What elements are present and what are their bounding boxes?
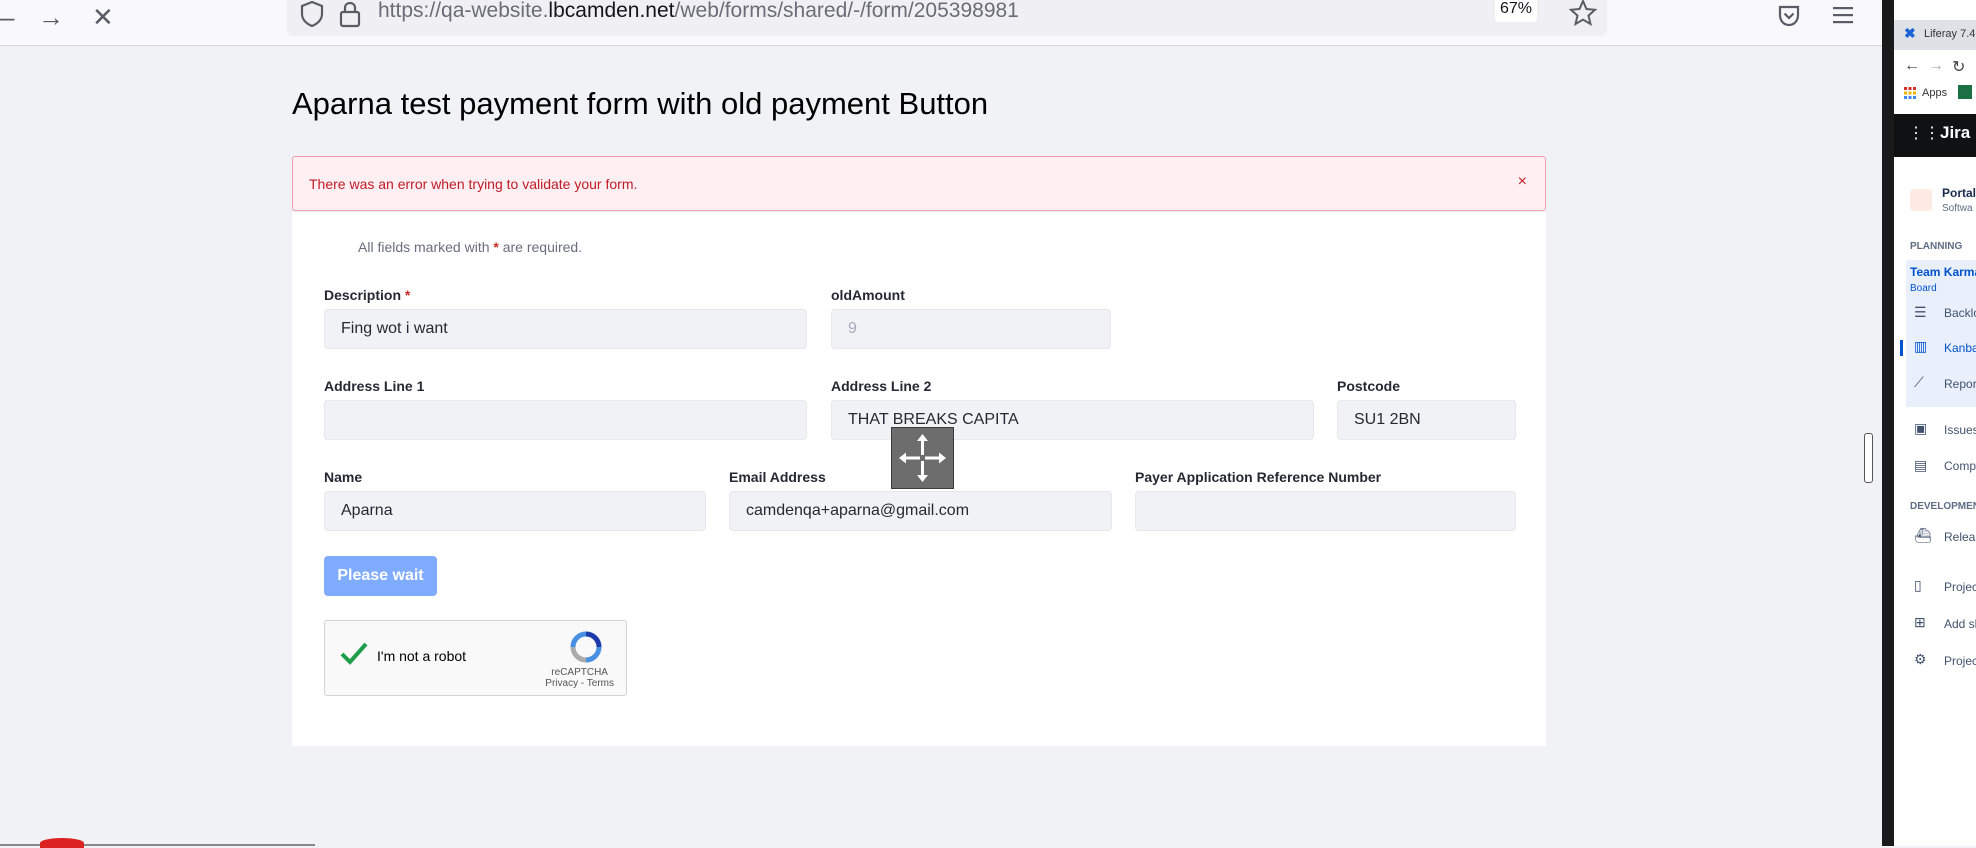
board-type: Board — [1910, 283, 1937, 294]
url-text[interactable]: https://qa-website.lbcamden.net/web/form… — [378, 0, 1019, 23]
releases-icon: ⛴ — [1914, 527, 1932, 543]
postcode-label: Postcode — [1337, 378, 1401, 394]
back-icon[interactable]: – — [0, 1, 14, 33]
components-icon: ▤ — [1914, 457, 1928, 473]
side-back-icon[interactable]: ← — [1904, 57, 1920, 75]
nav-project-pages[interactable]: Projec — [1944, 580, 1976, 594]
side-tab-title: Liferay 7.4 — [1924, 28, 1976, 40]
email-label: Email Address — [729, 469, 826, 485]
address-line-1-input[interactable] — [324, 400, 807, 440]
required-note: All fields marked with * are required. — [358, 239, 582, 255]
move-cursor-icon — [891, 427, 954, 489]
side-apps-label[interactable]: Apps — [1922, 87, 1947, 99]
description-input[interactable]: Fing wot i want — [324, 309, 807, 349]
url-prefix: https://qa-website. — [378, 0, 549, 22]
board-name[interactable]: Team Karma — [1910, 265, 1976, 279]
nav-kanban[interactable]: Kanba — [1944, 341, 1976, 355]
error-message: There was an error when trying to valida… — [309, 176, 638, 192]
postcode-input[interactable]: SU1 2BN — [1337, 400, 1516, 440]
nav-issues[interactable]: Issues — [1944, 423, 1976, 437]
email-input[interactable]: camdenqa+aparna@gmail.com — [729, 491, 1112, 531]
shield-icon[interactable] — [299, 0, 325, 28]
nav-backlog[interactable]: Backlo — [1944, 306, 1976, 320]
nav-components[interactable]: Comp — [1944, 459, 1976, 473]
lock-icon[interactable] — [338, 0, 362, 28]
add-shortcut-icon: ⊞ — [1914, 614, 1926, 630]
side-browser-window: ✖ Liferay 7.4 ← → ↻ Apps ⋮⋮ Jira Portal … — [1894, 0, 1976, 846]
recaptcha-branding: reCAPTCHA Privacy - Terms — [545, 667, 614, 689]
nav-releases[interactable]: Releas — [1944, 530, 1976, 544]
liferay-logo-icon: ✖ — [1904, 25, 1916, 41]
description-label-text: Description — [324, 287, 402, 303]
reports-icon: ⟋ — [1914, 374, 1924, 390]
stop-loading-icon[interactable]: ✕ — [92, 1, 114, 33]
required-note-suffix: are required. — [498, 239, 583, 255]
side-reload-icon[interactable]: ↻ — [1952, 57, 1965, 77]
bottom-red-shape — [40, 838, 84, 848]
planning-heading: PLANNING — [1910, 241, 1963, 252]
nav-add-shortcut[interactable]: Add sh — [1944, 617, 1976, 631]
nav-reports[interactable]: Repor — [1944, 377, 1976, 391]
please-wait-button[interactable]: Please wait — [324, 556, 437, 596]
name-label: Name — [324, 469, 363, 485]
recaptcha-links[interactable]: Privacy - Terms — [545, 678, 614, 689]
jira-logo-text[interactable]: Jira — [1940, 123, 1970, 143]
required-star: * — [404, 287, 411, 303]
address-line-2-label: Address Line 2 — [831, 378, 932, 394]
active-indicator — [1900, 340, 1903, 356]
development-heading: DEVELOPMENT — [1910, 501, 1976, 512]
settings-gear-icon: ⚙ — [1914, 651, 1927, 667]
excel-icon[interactable] — [1958, 85, 1972, 99]
scrollbar-thumb[interactable] — [1864, 433, 1873, 483]
issues-icon: ▣ — [1914, 420, 1928, 436]
jira-app-switcher-icon[interactable]: ⋮⋮ — [1908, 123, 1940, 143]
menu-hamburger-icon[interactable] — [1832, 5, 1854, 25]
recaptcha-label: I'm not a robot — [377, 648, 467, 664]
project-title[interactable]: Portal — [1942, 186, 1976, 200]
pocket-icon[interactable] — [1776, 3, 1802, 29]
old-amount-label: oldAmount — [831, 287, 905, 303]
page-title: Aparna test payment form with old paymen… — [292, 86, 989, 121]
nav-project-settings[interactable]: Projec — [1944, 654, 1976, 668]
project-pages-icon: ▯ — [1914, 577, 1922, 593]
url-path: /web/forms/shared/-/form/205398981 — [674, 0, 1019, 22]
side-forward-icon[interactable]: → — [1928, 57, 1944, 75]
recaptcha-logo-icon — [570, 631, 602, 663]
apps-grid-icon[interactable] — [1904, 87, 1916, 99]
payer-reference-label: Payer Application Reference Number — [1135, 469, 1382, 485]
error-alert: There was an error when trying to valida… — [292, 156, 1546, 211]
zoom-level-badge[interactable]: 67% — [1495, 0, 1537, 22]
kanban-icon: ▥ — [1914, 338, 1928, 354]
browser-toolbar: – → ✕ https://qa-website.lbcamden.net/we… — [0, 0, 1882, 46]
recaptcha-widget[interactable]: I'm not a robot reCAPTCHA Privacy - Term… — [324, 620, 627, 696]
url-domain: lbcamden.net — [548, 0, 675, 22]
forward-icon[interactable]: → — [38, 1, 64, 33]
bookmark-star-icon[interactable] — [1568, 0, 1598, 28]
recaptcha-brand-text: reCAPTCHA — [551, 667, 608, 678]
description-label: Description * — [324, 287, 410, 303]
old-amount-input[interactable]: 9 — [831, 309, 1111, 349]
window-divider — [1882, 0, 1894, 846]
project-subtitle: Softwa — [1942, 203, 1973, 214]
payer-reference-input[interactable] — [1135, 491, 1516, 531]
backlog-icon: ☰ — [1914, 304, 1927, 320]
checkmark-icon[interactable] — [339, 641, 369, 667]
close-icon[interactable]: × — [1518, 173, 1527, 191]
project-avatar — [1910, 189, 1932, 211]
address-line-1-label: Address Line 1 — [324, 378, 425, 394]
required-note-prefix: All fields marked with — [358, 239, 494, 255]
name-input[interactable]: Aparna — [324, 491, 706, 531]
url-bar[interactable]: https://qa-website.lbcamden.net/web/form… — [287, 0, 1607, 36]
